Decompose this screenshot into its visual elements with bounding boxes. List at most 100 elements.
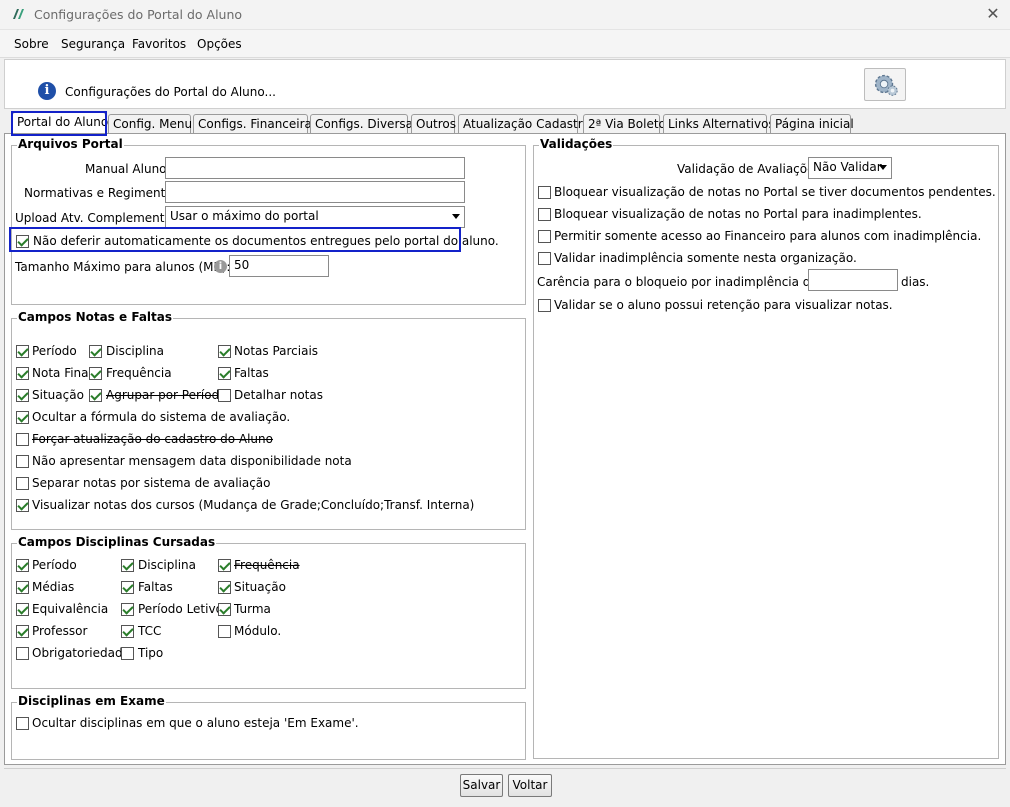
info-icon: i <box>214 260 227 273</box>
validar-retencao-checkbox[interactable] <box>538 299 551 312</box>
nf-visualizar-cursos-checkbox[interactable] <box>16 499 29 512</box>
nf-periodo-checkbox[interactable] <box>16 345 29 358</box>
arquivos-portal-group: Arquivos Portal Manual Aluno: Normativas… <box>11 137 526 305</box>
nf-agrupar-checkbox[interactable] <box>89 389 102 402</box>
dias-label: dias. <box>901 275 930 289</box>
bloquear-pendentes-checkbox[interactable] <box>538 186 551 199</box>
ocultar-exame-checkbox[interactable] <box>16 717 29 730</box>
dc-disciplina-label: Disciplina <box>138 558 197 572</box>
nf-faltas-checkbox[interactable] <box>218 367 231 380</box>
dc-professor-label: Professor <box>32 624 88 638</box>
footer-divider <box>4 768 1006 769</box>
dc-turma-label: Turma <box>234 602 271 616</box>
dc-tcc-label: TCC <box>138 624 162 638</box>
dc-equivalencia-label: Equivalência <box>32 602 109 616</box>
tab-content: Arquivos Portal Manual Aluno: Normativas… <box>4 133 1006 765</box>
carencia-input[interactable] <box>808 269 898 291</box>
notas-faltas-legend: Campos Notas e Faltas <box>17 310 174 324</box>
ocultar-exame-label: Ocultar disciplinas em que o aluno estej… <box>32 716 359 730</box>
dc-situacao-checkbox[interactable] <box>218 581 231 594</box>
menu-bar: Sobre Segurança Favoritos Opções <box>0 30 1010 58</box>
disciplinas-exame-group: Disciplinas em Exame Ocultar disciplinas… <box>11 694 526 760</box>
close-icon[interactable]: ✕ <box>983 4 1003 24</box>
nf-notas-parciais-checkbox[interactable] <box>218 345 231 358</box>
nf-faltas-label: Faltas <box>234 366 269 380</box>
tab-2a-via-boleto[interactable]: 2ª Via Boleto <box>583 114 666 134</box>
chevron-down-icon <box>452 214 460 219</box>
tamanho-label: Tamanho Máximo para alunos (MB): <box>15 260 231 274</box>
tab-portal-do-aluno[interactable]: Portal do Aluno <box>12 112 108 134</box>
dc-faltas-label: Faltas <box>138 580 173 594</box>
dc-periodo-letivo-label: Período Letivo <box>138 602 223 616</box>
dc-obrigatoriedade-checkbox[interactable] <box>16 647 29 660</box>
tamanho-input[interactable]: 50 <box>229 255 329 277</box>
header-panel: i Configurações do Portal do Aluno... <box>4 59 1006 109</box>
nf-nota-final-checkbox[interactable] <box>16 367 29 380</box>
upload-label: Upload Atv. Complementar: <box>15 211 181 225</box>
dc-professor-checkbox[interactable] <box>16 625 29 638</box>
tab-configs-diversas[interactable]: Configs. Diversas <box>310 114 419 134</box>
dc-tipo-checkbox[interactable] <box>121 647 134 660</box>
nf-separar-label: Separar notas por sistema de avaliação <box>32 476 271 490</box>
tab-configs-financeiras[interactable]: Configs. Financeiras <box>193 114 318 134</box>
manual-aluno-input[interactable] <box>165 157 465 179</box>
tab-atualizacao-cadastral[interactable]: Atualização Cadastral <box>458 114 593 134</box>
normativas-input[interactable] <box>165 181 465 203</box>
nf-detalhar-checkbox[interactable] <box>218 389 231 402</box>
validacoes-group: Validações Validação de Avaliações: Não … <box>533 137 999 759</box>
nao-deferir-label: Não deferir automaticamente os documento… <box>33 234 499 248</box>
menu-sobre[interactable]: Sobre <box>14 37 49 51</box>
dc-tipo-label: Tipo <box>138 646 164 660</box>
nf-disciplina-checkbox[interactable] <box>89 345 102 358</box>
dc-periodo-checkbox[interactable] <box>16 559 29 572</box>
validacao-avaliacoes-select[interactable]: Não Validar <box>808 157 892 179</box>
menu-opcoes[interactable]: Opções <box>197 37 242 51</box>
tab-outros[interactable]: Outros <box>411 114 456 134</box>
nf-forcar-checkbox[interactable] <box>16 433 29 446</box>
dc-periodo-letivo-checkbox[interactable] <box>121 603 134 616</box>
dc-disciplina-checkbox[interactable] <box>121 559 134 572</box>
dc-tcc-checkbox[interactable] <box>121 625 134 638</box>
validacao-avaliacoes-label: Validação de Avaliações: <box>677 162 825 176</box>
upload-select[interactable]: Usar o máximo do portal <box>165 206 465 228</box>
dc-frequencia-checkbox[interactable] <box>218 559 231 572</box>
dc-obrigatoriedade-label: Obrigatoriedade <box>32 646 130 660</box>
dc-turma-checkbox[interactable] <box>218 603 231 616</box>
dc-medias-checkbox[interactable] <box>16 581 29 594</box>
permitir-financeiro-label: Permitir somente acesso ao Financeiro pa… <box>554 229 982 243</box>
permitir-financeiro-checkbox[interactable] <box>538 230 551 243</box>
bloquear-inadimplentes-label: Bloquear visualização de notas no Portal… <box>554 207 922 221</box>
tab-pagina-inicial[interactable]: Página inicial <box>770 114 854 134</box>
nf-ocultar-formula-checkbox[interactable] <box>16 411 29 424</box>
menu-seguranca[interactable]: Segurança <box>61 37 125 51</box>
save-button[interactable]: Salvar <box>460 774 503 797</box>
nf-situacao-checkbox[interactable] <box>16 389 29 402</box>
upload-select-value: Usar o máximo do portal <box>170 209 319 223</box>
settings-button[interactable] <box>864 68 906 101</box>
nf-ocultar-formula-label: Ocultar a fórmula do sistema de avaliaçã… <box>32 410 291 424</box>
validar-inadimplencia-checkbox[interactable] <box>538 252 551 265</box>
bloquear-inadimplentes-checkbox[interactable] <box>538 208 551 221</box>
back-button[interactable]: Voltar <box>508 774 552 797</box>
nf-separar-checkbox[interactable] <box>16 477 29 490</box>
dc-medias-label: Médias <box>32 580 75 594</box>
dc-faltas-checkbox[interactable] <box>121 581 134 594</box>
carencia-label: Carência para o bloqueio por inadimplênc… <box>537 275 846 289</box>
dc-equivalencia-checkbox[interactable] <box>16 603 29 616</box>
tab-links-alternativos[interactable]: Links Alternativos <box>663 114 775 134</box>
arquivos-portal-legend: Arquivos Portal <box>17 137 124 151</box>
tab-config-menu[interactable]: Config. Menu <box>108 114 192 134</box>
disciplinas-cursadas-legend: Campos Disciplinas Cursadas <box>17 535 217 549</box>
nf-frequencia-checkbox[interactable] <box>89 367 102 380</box>
nf-nao-apresentar-checkbox[interactable] <box>16 455 29 468</box>
dc-periodo-label: Período <box>32 558 77 572</box>
gear-icon <box>874 74 898 96</box>
nf-periodo-label: Período <box>32 344 77 358</box>
manual-aluno-label: Manual Aluno: <box>85 162 171 176</box>
nao-deferir-checkbox[interactable] <box>16 235 29 248</box>
menu-favoritos[interactable]: Favoritos <box>132 37 186 51</box>
dc-modulo-checkbox[interactable] <box>218 625 231 638</box>
validar-retencao-label: Validar se o aluno possui retenção para … <box>554 298 893 312</box>
notas-faltas-group: Campos Notas e Faltas Período Disciplina… <box>11 310 526 530</box>
nf-situacao-label: Situação <box>32 388 84 402</box>
